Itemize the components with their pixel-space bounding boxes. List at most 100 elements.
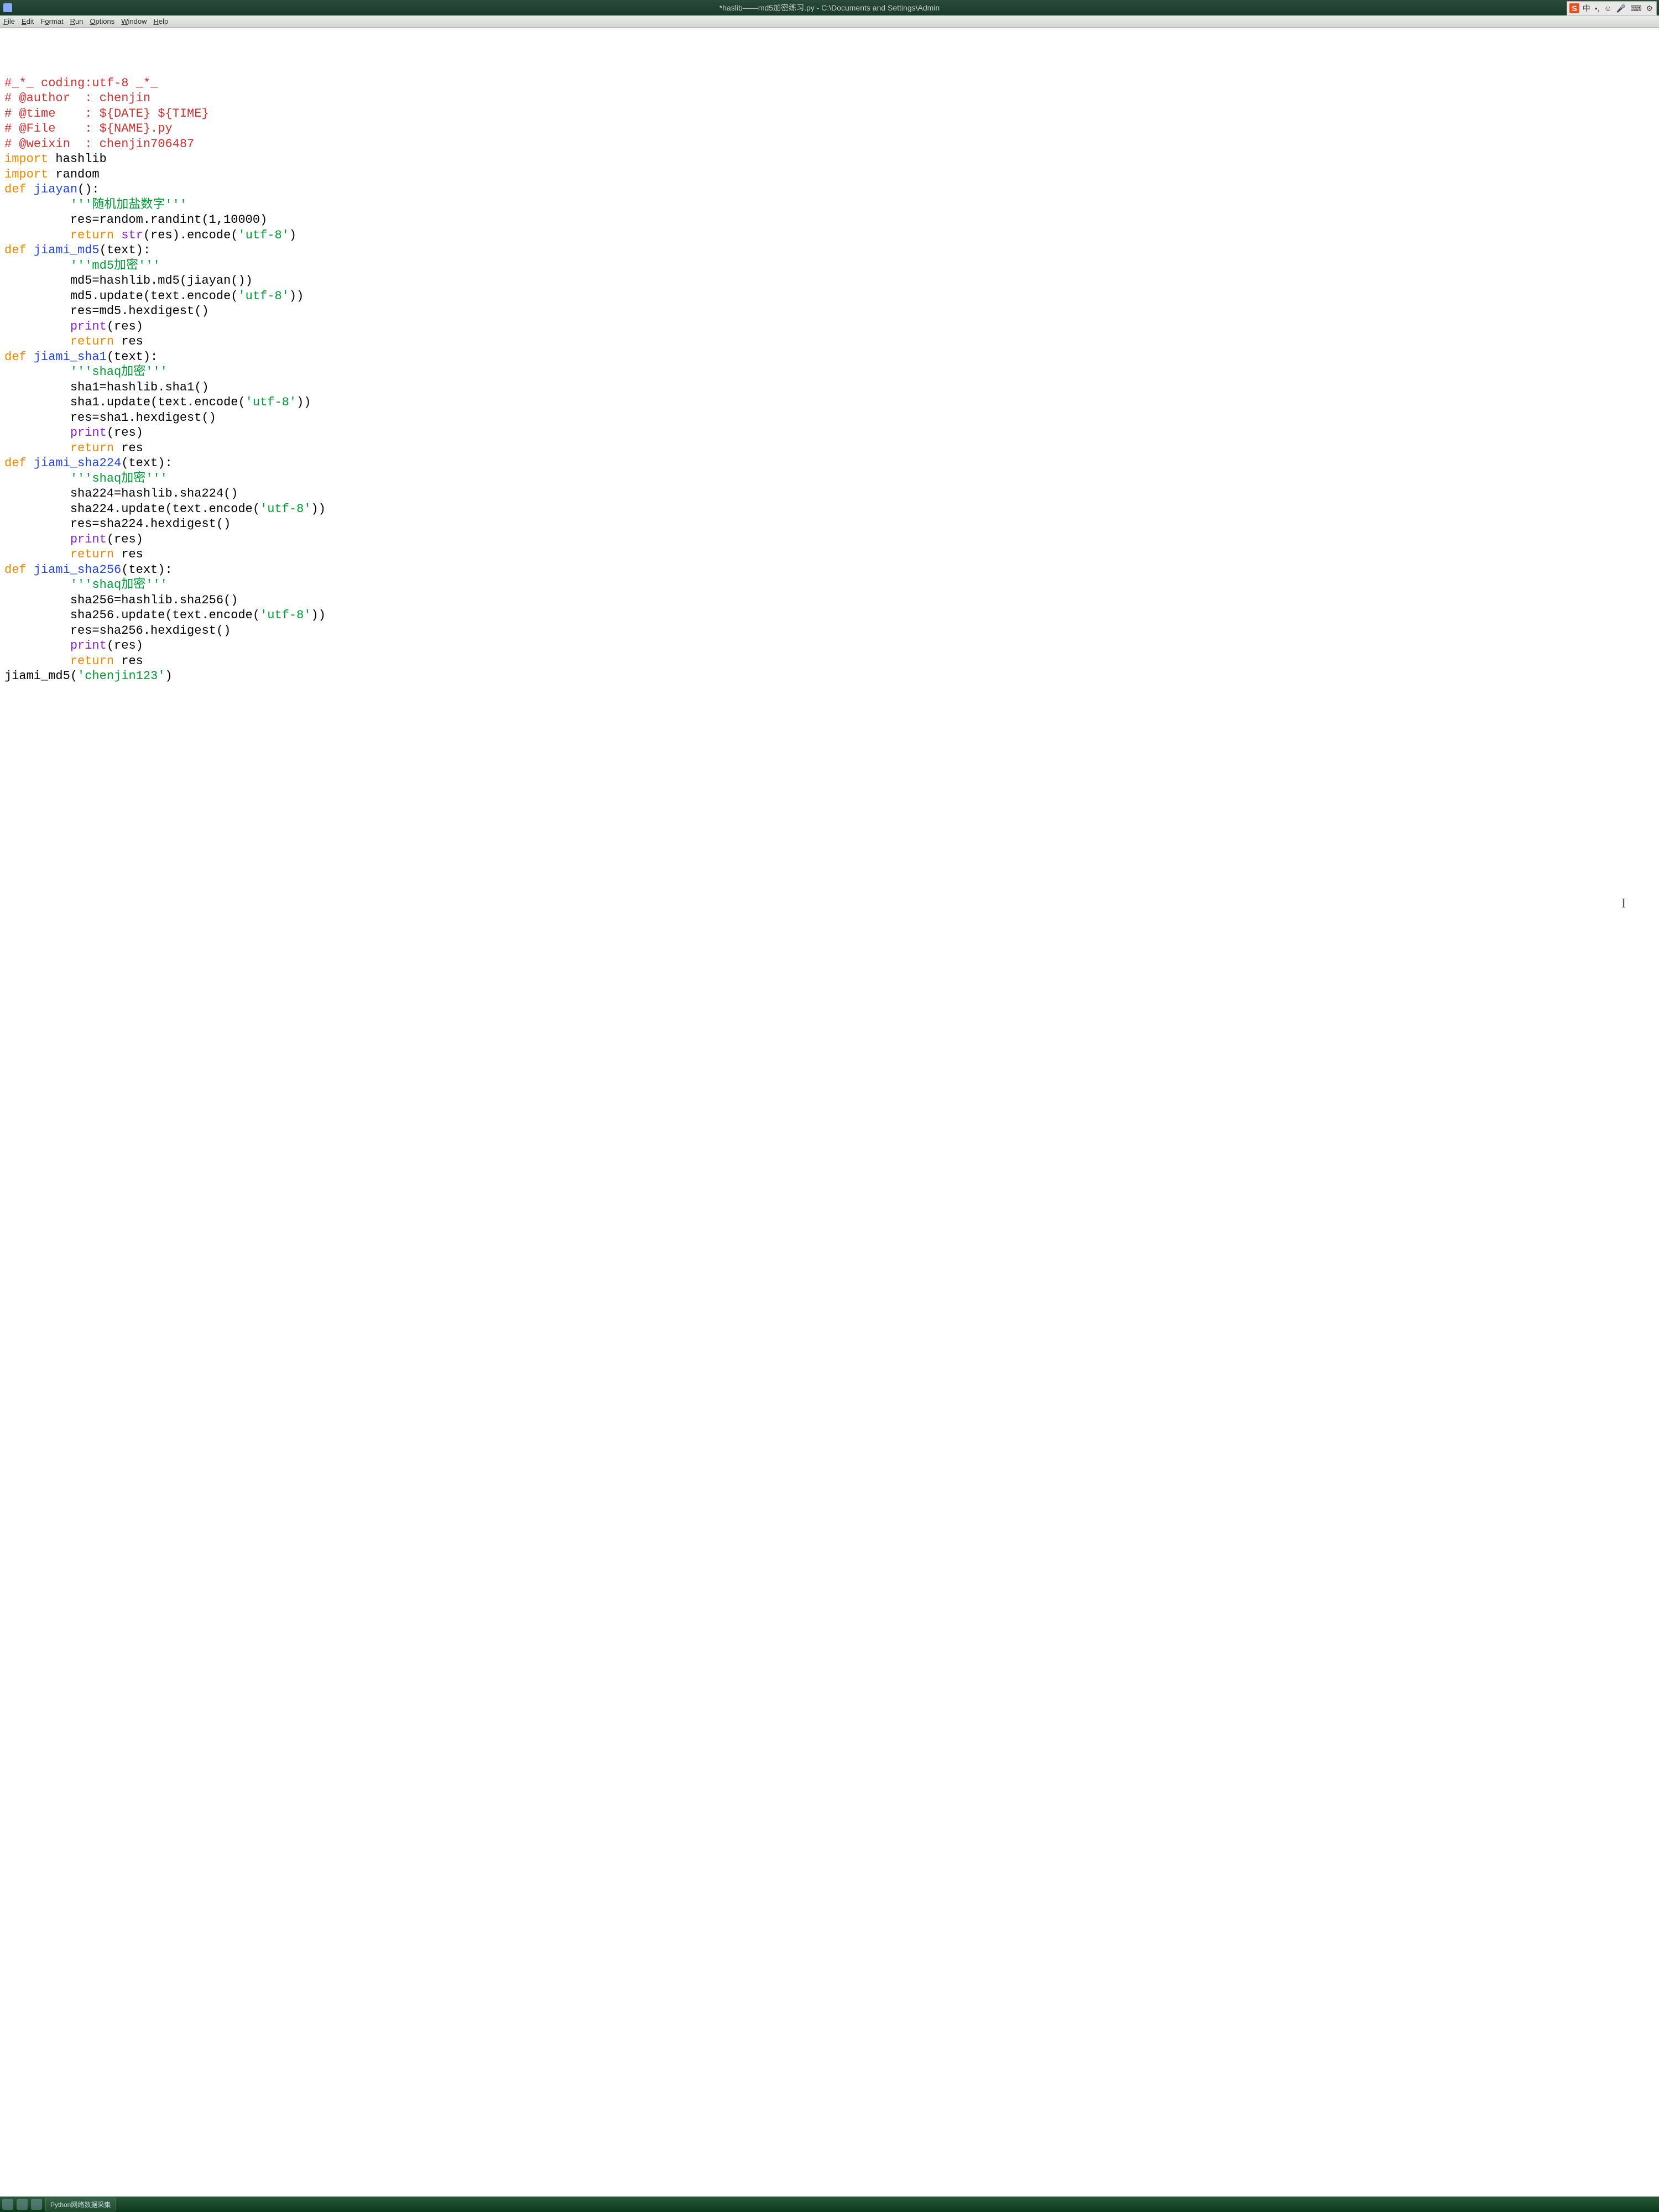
code-line[interactable]: sha224.update(text.encode('utf-8')) xyxy=(4,502,1655,517)
code-token-text: res=md5.hexdigest() xyxy=(4,304,209,318)
code-token-string: 'utf-8' xyxy=(238,228,289,242)
code-token-text xyxy=(27,182,34,196)
code-token-text xyxy=(4,441,70,455)
code-line[interactable]: '''随机加盐数字''' xyxy=(4,197,1655,213)
ime-settings-icon[interactable]: ⚙ xyxy=(1645,4,1654,13)
taskbar[interactable]: Python网络数据采集 xyxy=(0,2197,1659,2212)
code-line[interactable]: # @author : chenjin xyxy=(4,91,1655,106)
code-line[interactable]: res=md5.hexdigest() xyxy=(4,304,1655,319)
code-line[interactable]: return res xyxy=(4,654,1655,669)
start-button[interactable] xyxy=(2,2199,13,2210)
code-line[interactable]: sha256=hashlib.sha256() xyxy=(4,593,1655,608)
menu-file[interactable]: File xyxy=(3,17,15,25)
code-token-text xyxy=(4,365,70,379)
code-token-keyword: def xyxy=(4,243,27,257)
code-token-text: ) xyxy=(165,669,172,683)
ime-toolbar[interactable]: S 中 •, ☺ 🎤 ⌨ ⚙ xyxy=(1567,1,1657,15)
code-line[interactable]: # @weixin : chenjin706487 xyxy=(4,137,1655,152)
code-line[interactable]: res=sha1.hexdigest() xyxy=(4,410,1655,426)
code-line[interactable]: '''shaq加密''' xyxy=(4,364,1655,380)
ime-logo-icon[interactable]: S xyxy=(1569,3,1579,13)
code-line[interactable]: sha1.update(text.encode('utf-8')) xyxy=(4,395,1655,410)
code-line[interactable]: def jiami_sha256(text): xyxy=(4,562,1655,578)
ime-keyboard-icon[interactable]: ⌨ xyxy=(1629,4,1642,13)
menu-run[interactable]: Run xyxy=(70,17,84,25)
code-token-text: res=sha1.hexdigest() xyxy=(4,411,216,425)
taskbar-ie-icon[interactable] xyxy=(17,2199,28,2210)
menubar: File Edit Format Run Options Window Help xyxy=(0,15,1659,28)
ime-punct[interactable]: •, xyxy=(1594,4,1601,13)
code-line[interactable]: #_*_ coding:utf-8 _*_ xyxy=(4,76,1655,91)
code-line[interactable]: '''shaq加密''' xyxy=(4,471,1655,487)
code-token-comment: #_*_ coding:utf-8 _*_ xyxy=(4,76,158,90)
code-line[interactable]: return res xyxy=(4,441,1655,456)
code-line[interactable]: '''md5加密''' xyxy=(4,258,1655,274)
code-line[interactable]: '''shaq加密''' xyxy=(4,577,1655,593)
code-line[interactable]: print(res) xyxy=(4,425,1655,441)
code-line[interactable]: return res xyxy=(4,334,1655,349)
menu-options[interactable]: Options xyxy=(90,17,114,25)
code-line[interactable]: sha1=hashlib.sha1() xyxy=(4,380,1655,395)
code-token-string: '''md5加密''' xyxy=(70,259,160,273)
code-token-builtin: print xyxy=(70,426,107,440)
code-token-keyword: def xyxy=(4,563,27,577)
code-token-text: (res) xyxy=(107,533,143,546)
code-token-text: )) xyxy=(296,395,311,409)
code-line[interactable]: import random xyxy=(4,167,1655,182)
code-token-comment: # @File : ${NAME}.py xyxy=(4,122,173,135)
code-line[interactable]: sha224=hashlib.sha224() xyxy=(4,486,1655,502)
code-line[interactable]: md5=hashlib.md5(jiayan()) xyxy=(4,273,1655,289)
code-line[interactable]: print(res) xyxy=(4,319,1655,335)
code-line[interactable]: def jiayan(): xyxy=(4,182,1655,197)
menu-help[interactable]: Help xyxy=(154,17,169,25)
ime-voice-icon[interactable]: 🎤 xyxy=(1615,4,1627,13)
ime-emoji-icon[interactable]: ☺ xyxy=(1603,4,1613,13)
code-token-comment: # @author : chenjin xyxy=(4,91,150,105)
code-token-string: '''shaq加密''' xyxy=(70,365,168,379)
taskbar-app-icon[interactable] xyxy=(31,2199,42,2210)
code-token-text xyxy=(4,198,70,212)
code-line[interactable]: res=random.randint(1,10000) xyxy=(4,212,1655,228)
code-token-builtin: str xyxy=(121,228,143,242)
code-token-def: jiami_md5 xyxy=(34,243,100,257)
code-token-keyword: return xyxy=(70,335,114,348)
code-token-text: (): xyxy=(77,182,100,196)
code-line[interactable]: # @time : ${DATE} ${TIME} xyxy=(4,106,1655,122)
code-line[interactable]: sha256.update(text.encode('utf-8')) xyxy=(4,608,1655,623)
code-token-text: (res) xyxy=(107,320,143,333)
code-line[interactable]: return res xyxy=(4,547,1655,562)
code-token-comment: # @time : ${DATE} ${TIME} xyxy=(4,107,209,121)
code-line[interactable]: import hashlib xyxy=(4,152,1655,167)
code-line[interactable]: def jiami_sha224(text): xyxy=(4,456,1655,471)
menu-window[interactable]: Window xyxy=(121,17,147,25)
menu-format[interactable]: Format xyxy=(40,17,63,25)
code-editor[interactable]: I #_*_ coding:utf-8 _*_# @author : chenj… xyxy=(0,28,1659,2197)
code-token-text xyxy=(27,563,34,577)
code-token-text: (res) xyxy=(107,426,143,440)
taskbar-item[interactable]: Python网络数据采集 xyxy=(45,2198,116,2211)
code-line[interactable]: res=sha256.hexdigest() xyxy=(4,623,1655,639)
code-token-text: (text): xyxy=(121,563,172,577)
code-token-text: )) xyxy=(311,502,326,516)
code-line[interactable]: res=sha224.hexdigest() xyxy=(4,517,1655,532)
code-token-builtin: print xyxy=(70,639,107,653)
code-line[interactable]: print(res) xyxy=(4,638,1655,654)
code-line[interactable]: # @File : ${NAME}.py xyxy=(4,121,1655,137)
menu-edit[interactable]: Edit xyxy=(22,17,34,25)
code-token-text: jiami_md5( xyxy=(4,669,77,683)
code-line[interactable]: def jiami_sha1(text): xyxy=(4,349,1655,365)
code-line[interactable]: def jiami_md5(text): xyxy=(4,243,1655,258)
code-token-text xyxy=(4,320,70,333)
titlebar[interactable]: *haslib——md5加密练习.py - C:\Documents and S… xyxy=(0,0,1659,15)
code-token-text xyxy=(4,533,70,546)
code-token-string: 'utf-8' xyxy=(260,502,311,516)
code-token-text xyxy=(4,228,70,242)
code-line[interactable]: print(res) xyxy=(4,532,1655,547)
code-token-text: ) xyxy=(289,228,296,242)
code-token-keyword: return xyxy=(70,654,114,668)
code-line[interactable]: return str(res).encode('utf-8') xyxy=(4,228,1655,243)
code-line[interactable]: jiami_md5('chenjin123') xyxy=(4,669,1655,684)
code-token-text: (res).encode( xyxy=(143,228,238,242)
ime-lang[interactable]: 中 xyxy=(1582,3,1592,14)
code-line[interactable]: md5.update(text.encode('utf-8')) xyxy=(4,289,1655,304)
